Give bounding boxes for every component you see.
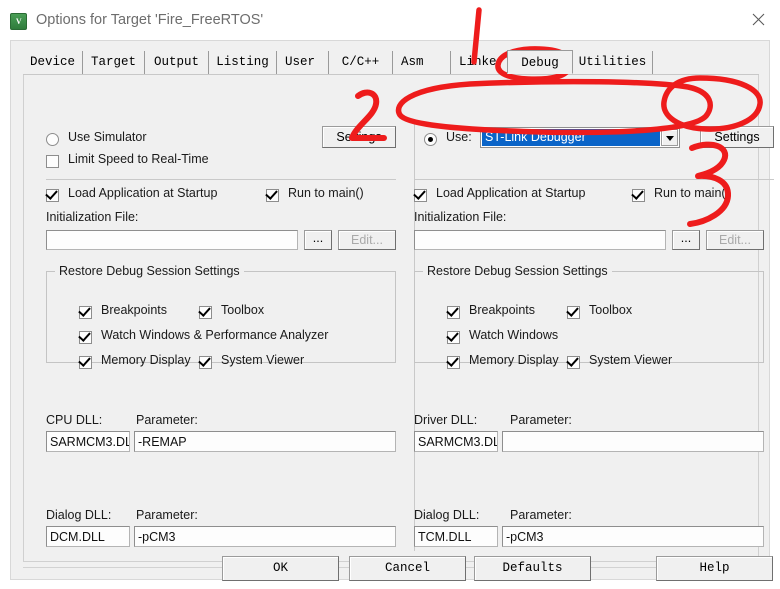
tab-listing[interactable]: Listing [209, 51, 277, 74]
tab-device[interactable]: Device [23, 51, 83, 74]
memory-display-label-hw[interactable]: Memory Display [469, 353, 559, 367]
options-dialog: Device Target Output Listing User C/C++ … [10, 40, 774, 581]
toolbox-checkbox-hw[interactable] [567, 306, 580, 319]
system-viewer-checkbox-hw[interactable] [567, 356, 580, 369]
ok-button[interactable]: OK [222, 556, 339, 581]
load-app-checkbox-hw[interactable] [414, 189, 427, 202]
system-viewer-label-hw[interactable]: System Viewer [589, 353, 672, 367]
cpu-dll-param-label: Parameter: [136, 413, 198, 427]
init-file-edit-button-sim[interactable]: Edit... [338, 230, 396, 250]
driver-dll-label: Driver DLL: [414, 413, 478, 427]
tab-output[interactable]: Output [145, 51, 209, 74]
tab-cpp[interactable]: C/C++ [329, 51, 393, 74]
driver-dll-param-input[interactable] [502, 431, 764, 452]
driver-dll-param-label: Parameter: [510, 413, 572, 427]
run-to-main-checkbox-sim[interactable] [266, 189, 279, 202]
window-title: Options for Target 'Fire_FreeRTOS' [36, 12, 264, 28]
breakpoints-label-sim[interactable]: Breakpoints [101, 303, 167, 317]
right-divider [414, 179, 774, 180]
title-bar: V Options for Target 'Fire_FreeRTOS' [0, 0, 780, 40]
dialog-dll-param-label-hw: Parameter: [510, 508, 572, 522]
tab-debug[interactable]: Debug [507, 50, 573, 74]
restore-session-group-hw: Restore Debug Session Settings [414, 264, 764, 363]
breakpoints-checkbox-hw[interactable] [447, 306, 460, 319]
dialog-dll-param-input-sim[interactable]: -pCM3 [134, 526, 396, 547]
dialog-dll-label-hw: Dialog DLL: [414, 508, 480, 522]
driver-dll-input[interactable]: SARMCM3.DLL [414, 431, 498, 452]
memory-display-checkbox-sim[interactable] [79, 356, 92, 369]
init-file-input-sim[interactable] [46, 230, 298, 250]
init-file-edit-button-hw[interactable]: Edit... [706, 230, 764, 250]
breakpoints-checkbox-sim[interactable] [79, 306, 92, 319]
init-file-browse-button-hw[interactable]: ... [672, 230, 700, 250]
debugger-panel: Use: ST-Link Debugger Settings Load Appl… [402, 75, 780, 560]
init-file-browse-button-sim[interactable]: ... [304, 230, 332, 250]
debugger-settings-button[interactable]: Settings [700, 126, 774, 148]
chevron-down-icon[interactable] [661, 129, 678, 146]
left-divider [46, 179, 396, 180]
load-app-checkbox-sim[interactable] [46, 189, 59, 202]
watch-windows-label-hw[interactable]: Watch Windows [469, 328, 558, 342]
dialog-dll-input-sim[interactable]: DCM.DLL [46, 526, 130, 547]
tab-strip: Device Target Output Listing User C/C++ … [11, 50, 771, 75]
toolbox-label-hw[interactable]: Toolbox [589, 303, 632, 317]
memory-display-label-sim[interactable]: Memory Display [101, 353, 191, 367]
limit-speed-checkbox[interactable] [46, 155, 59, 168]
restore-session-group-sim: Restore Debug Session Settings [46, 264, 396, 363]
use-simulator-label[interactable]: Use Simulator [68, 130, 147, 144]
debug-page: Use Simulator Limit Speed to Real-Time S… [23, 75, 774, 562]
cancel-button[interactable]: Cancel [349, 556, 466, 581]
tab-target[interactable]: Target [83, 51, 145, 74]
restore-session-title-sim: Restore Debug Session Settings [55, 264, 244, 278]
dialog-dll-param-input-hw[interactable]: -pCM3 [502, 526, 764, 547]
load-app-label-hw[interactable]: Load Application at Startup [436, 186, 585, 200]
run-to-main-checkbox-hw[interactable] [632, 189, 645, 202]
limit-speed-label[interactable]: Limit Speed to Real-Time [68, 152, 209, 166]
run-to-main-label-sim[interactable]: Run to main() [288, 186, 364, 200]
breakpoints-label-hw[interactable]: Breakpoints [469, 303, 535, 317]
init-file-label-sim: Initialization File: [46, 210, 139, 224]
cpu-dll-input[interactable]: SARMCM3.DLL [46, 431, 130, 452]
help-button[interactable]: Help [656, 556, 773, 581]
cpu-dll-label: CPU DLL: [46, 413, 103, 427]
watch-windows-checkbox-hw[interactable] [447, 331, 460, 344]
system-viewer-checkbox-sim[interactable] [199, 356, 212, 369]
toolbox-label-sim[interactable]: Toolbox [221, 303, 264, 317]
dialog-dll-param-label-sim: Parameter: [136, 508, 198, 522]
use-debugger-radio[interactable] [424, 133, 437, 146]
simulator-settings-button[interactable]: Settings [322, 126, 396, 148]
use-simulator-radio[interactable] [46, 133, 59, 146]
init-file-label-hw: Initialization File: [414, 210, 507, 224]
tab-asm[interactable]: Asm [393, 51, 451, 74]
init-file-input-hw[interactable] [414, 230, 666, 250]
memory-display-checkbox-hw[interactable] [447, 356, 460, 369]
load-app-label-sim[interactable]: Load Application at Startup [68, 186, 217, 200]
debugger-select-value: ST-Link Debugger [482, 129, 660, 146]
toolbox-checkbox-sim[interactable] [199, 306, 212, 319]
close-icon[interactable] [744, 10, 772, 32]
use-debugger-label[interactable]: Use: [446, 130, 472, 144]
restore-session-title-hw: Restore Debug Session Settings [423, 264, 612, 278]
keil-uvision-icon: V [10, 13, 27, 30]
cpu-dll-param-input[interactable]: -REMAP [134, 431, 396, 452]
tab-user[interactable]: User [277, 51, 329, 74]
system-viewer-label-sim[interactable]: System Viewer [221, 353, 304, 367]
watch-windows-checkbox-sim[interactable] [79, 331, 92, 344]
defaults-button[interactable]: Defaults [474, 556, 591, 581]
run-to-main-label-hw[interactable]: Run to main() [654, 186, 730, 200]
simulator-panel: Use Simulator Limit Speed to Real-Time S… [24, 75, 402, 560]
watch-windows-label-sim[interactable]: Watch Windows & Performance Analyzer [101, 328, 328, 342]
dialog-dll-input-hw[interactable]: TCM.DLL [414, 526, 498, 547]
tab-utilities[interactable]: Utilities [573, 51, 653, 74]
debugger-select[interactable]: ST-Link Debugger [480, 127, 680, 148]
dialog-dll-label-sim: Dialog DLL: [46, 508, 112, 522]
